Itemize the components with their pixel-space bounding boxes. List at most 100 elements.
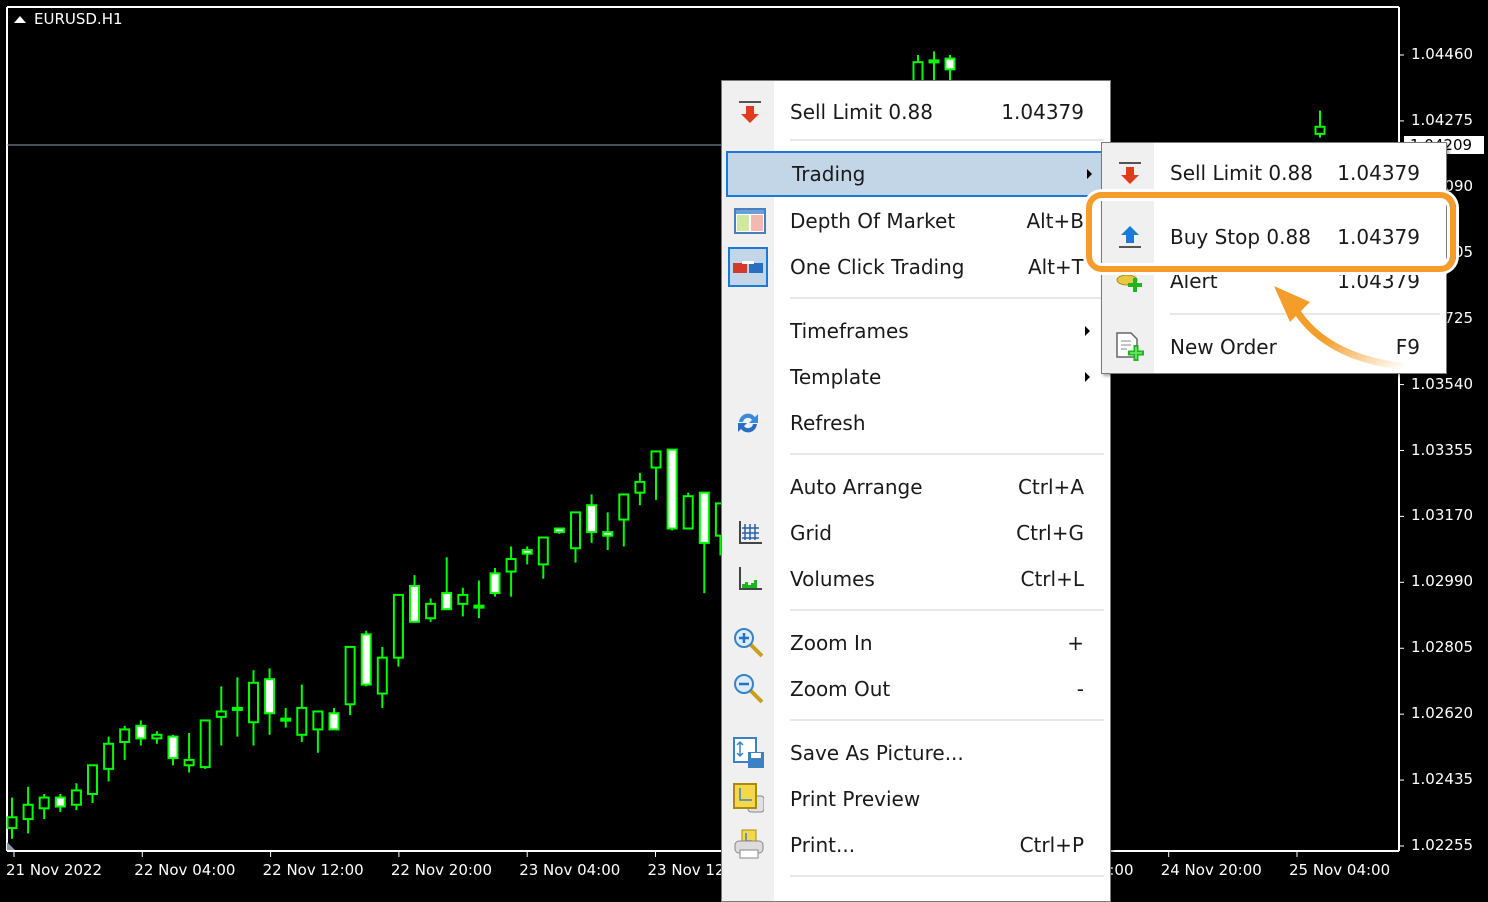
- menu-item-template[interactable]: Template: [722, 355, 1110, 399]
- menu-item-save-as-picture[interactable]: Save As Picture...: [722, 731, 1110, 775]
- symbol-title: EURUSD.H1: [34, 10, 123, 28]
- candle: [167, 734, 179, 766]
- zoom-in-icon: [732, 627, 764, 659]
- submenu-item-sell-limit[interactable]: Sell Limit 0.88 1.04379: [1102, 151, 1446, 195]
- candle: [634, 472, 646, 506]
- candle: [457, 587, 469, 617]
- candle: [537, 536, 549, 579]
- menu-item-print-preview[interactable]: Print Preview: [722, 777, 1110, 821]
- candle: [553, 527, 565, 534]
- submenu-arrow-icon: [1085, 372, 1090, 382]
- candle-body-bull: [151, 733, 163, 740]
- candle-body-bear: [521, 549, 533, 555]
- candle-body-bull: [928, 59, 940, 64]
- print-icon: [732, 829, 764, 861]
- candle-body-bear: [666, 448, 678, 530]
- chart-shift-marker-icon[interactable]: [7, 842, 15, 850]
- candle-body-bear: [698, 491, 710, 544]
- candle-body-bull: [199, 719, 211, 769]
- candle-body-bull: [22, 803, 34, 821]
- submenu-arrow-icon: [1085, 326, 1090, 336]
- candle-body-bear: [54, 796, 66, 808]
- candle: [199, 719, 211, 769]
- menu-item-sell-limit[interactable]: Sell Limit 0.88 1.04379: [722, 90, 1110, 134]
- menu-item-auto-arrange[interactable]: Auto Arrange Ctrl+A: [722, 465, 1110, 509]
- price-tick-label: 1.04460: [1411, 45, 1474, 63]
- candle: [38, 793, 50, 820]
- candle: [682, 492, 694, 530]
- candle-body-bear: [489, 572, 501, 595]
- collapse-triangle-icon[interactable]: [14, 15, 26, 23]
- candle-body-bull: [537, 536, 549, 566]
- candle: [521, 546, 533, 565]
- candle: [264, 668, 276, 735]
- price-tick-label: 1.03170: [1411, 506, 1474, 525]
- time-tick-label: 22 Nov 20:00: [390, 861, 493, 879]
- chart-context-menu: Sell Limit 0.88 1.04379 Trading Depth Of…: [721, 80, 1112, 902]
- candle-body-bull: [70, 789, 82, 806]
- time-tick-label: 24 Nov 20:00: [1160, 861, 1262, 879]
- candle-body-bull: [183, 758, 195, 767]
- grid-icon: [734, 517, 766, 549]
- price-tick-label: 1.02435: [1411, 770, 1474, 789]
- candle-body-bull: [392, 593, 404, 659]
- candle-body-bear: [328, 712, 340, 731]
- candle: [425, 598, 437, 622]
- candle-body-bull: [103, 742, 115, 770]
- sell-limit-icon: [1114, 157, 1146, 189]
- menu-item-timeframes[interactable]: Timeframes: [722, 309, 1110, 353]
- candle: [280, 707, 292, 728]
- sell-limit-icon: [734, 96, 766, 128]
- price-tick-label: 1.03355: [1411, 440, 1474, 459]
- candle: [1314, 110, 1326, 138]
- menu-item-zoom-in[interactable]: Zoom In +: [722, 621, 1110, 665]
- candle-body-bull: [344, 645, 356, 706]
- candle: [473, 580, 485, 619]
- candle: [151, 731, 163, 744]
- chart-title: EURUSD.H1: [14, 10, 123, 28]
- candle: [6, 797, 18, 839]
- candle: [360, 630, 372, 687]
- candle-body-bear: [553, 527, 565, 534]
- candle-body-bull: [296, 706, 308, 736]
- candle: [70, 783, 82, 811]
- menu-item-volumes[interactable]: Volumes Ctrl+L: [722, 557, 1110, 601]
- candle-body-bull: [634, 480, 646, 494]
- time-tick-label: 21 Nov 2022: [6, 861, 103, 879]
- candle: [489, 567, 501, 597]
- menu-item-trading[interactable]: Trading: [726, 151, 1112, 197]
- candle: [392, 593, 404, 667]
- candle-body-bull: [473, 604, 485, 609]
- candle: [54, 793, 66, 812]
- save-picture-icon: [732, 737, 764, 769]
- candle-body-bear: [602, 531, 614, 537]
- price-tick-label: 1.03540: [1411, 374, 1474, 393]
- candle-body-bull: [376, 656, 388, 695]
- time-tick-label: 23 Nov 04:00: [519, 861, 621, 879]
- candle: [505, 546, 517, 597]
- candle-body-bull: [425, 602, 437, 620]
- annotation-arrow-icon: [1274, 286, 1404, 370]
- candle-body-bear: [135, 724, 147, 740]
- menu-item-zoom-out[interactable]: Zoom Out -: [722, 667, 1110, 711]
- menu-item-print[interactable]: Print... Ctrl+P: [722, 823, 1110, 867]
- depth-of-market-icon: [734, 205, 766, 237]
- menu-item-one-click-trading[interactable]: One Click Trading Alt+T: [722, 245, 1110, 289]
- candle: [87, 764, 98, 803]
- candle-body-bull: [650, 450, 662, 469]
- candle: [344, 645, 356, 716]
- zoom-out-icon: [732, 673, 764, 705]
- candle-body-bull: [570, 511, 581, 550]
- candle-body-bear: [264, 678, 276, 715]
- candle-body-bear: [441, 592, 453, 611]
- candle: [231, 677, 243, 737]
- candle-body-bull: [248, 681, 259, 724]
- menu-item-grid[interactable]: Grid Ctrl+G: [722, 511, 1110, 555]
- candle-body-bull: [505, 558, 517, 573]
- candle-body-bull: [682, 495, 694, 530]
- candle: [698, 491, 710, 594]
- candle-body-bull: [6, 816, 18, 830]
- candle: [135, 720, 147, 746]
- menu-item-depth-of-market[interactable]: Depth Of Market Alt+B: [722, 199, 1110, 243]
- menu-item-refresh[interactable]: Refresh: [722, 401, 1110, 445]
